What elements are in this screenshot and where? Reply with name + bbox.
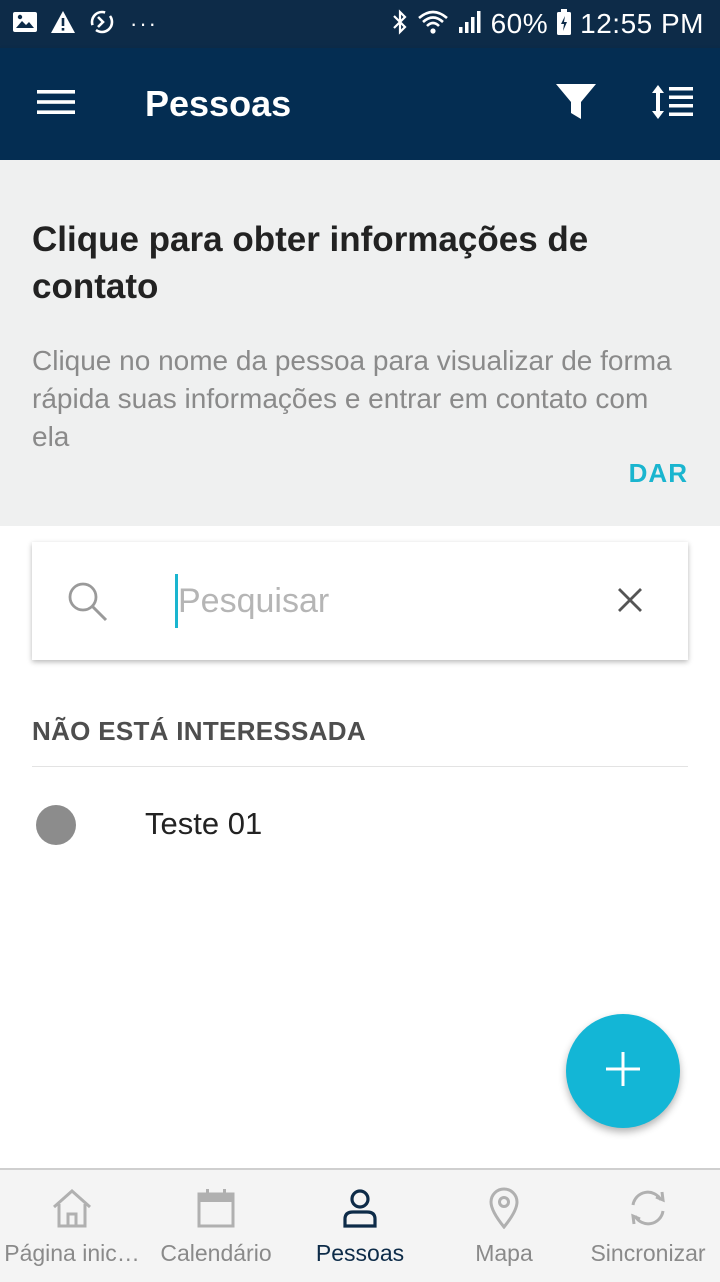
nav-label: Pessoas — [315, 1240, 405, 1266]
menu-icon — [37, 88, 75, 121]
plus-icon — [605, 1051, 641, 1092]
warning-icon — [50, 10, 76, 39]
wifi-icon — [417, 9, 449, 40]
sort-icon — [650, 83, 694, 126]
search-bar — [32, 542, 688, 660]
battery-icon — [556, 8, 572, 41]
bluetooth-icon — [391, 8, 409, 41]
list-item[interactable]: Teste 01 — [0, 786, 720, 866]
nav-label: Mapa — [475, 1240, 533, 1266]
nav-item-sync[interactable]: Sincronizar — [576, 1170, 720, 1282]
dismiss-tip-button[interactable]: DAR — [629, 458, 688, 489]
clock: 12:55 PM — [580, 8, 704, 39]
page-title: Pessoas — [145, 83, 292, 124]
tip-title: Clique para obter informações de contato — [32, 220, 589, 306]
nav-item-map[interactable]: Mapa — [432, 1170, 576, 1282]
signal-icon — [457, 9, 483, 40]
bottom-nav: Página inic… Calendário Pessoas Mapa Sin… — [0, 1168, 720, 1282]
close-icon — [616, 586, 644, 619]
nav-item-people[interactable]: Pessoas — [288, 1170, 432, 1282]
nav-label: Sincronizar — [590, 1240, 706, 1266]
search-input[interactable] — [178, 572, 588, 630]
person-icon — [342, 1186, 378, 1230]
sort-button[interactable] — [642, 78, 702, 130]
home-icon — [51, 1186, 93, 1230]
clear-search-button[interactable] — [608, 582, 652, 622]
person-name: Teste 01 — [145, 806, 263, 841]
status-dots: ··· — [130, 11, 158, 36]
filter-icon — [555, 82, 597, 127]
status-bar: ··· 60% 12:55 PM — [0, 0, 720, 48]
battery-percent: 60% — [490, 8, 549, 39]
status-dot — [36, 805, 76, 845]
nav-label: Página inic… — [4, 1240, 140, 1266]
sync-icon — [626, 1186, 670, 1230]
image-icon — [12, 10, 38, 39]
map-pin-icon — [488, 1186, 520, 1230]
nav-label: Calendário — [160, 1240, 272, 1266]
section-header: NÃO ESTÁ INTERESSADA — [32, 716, 366, 746]
section-divider — [32, 766, 688, 767]
tip-body: Clique no nome da pessoa para visualizar… — [32, 345, 672, 452]
nav-item-home[interactable]: Página inic… — [0, 1170, 144, 1282]
calendar-icon — [197, 1186, 235, 1230]
status-bar-left: ··· — [12, 8, 158, 40]
app-bar: Pessoas — [0, 48, 720, 160]
status-bar-right: 60% 12:55 PM — [391, 6, 704, 42]
sync-icon — [88, 8, 116, 41]
filter-button[interactable] — [548, 78, 604, 130]
nav-item-calendar[interactable]: Calendário — [144, 1170, 288, 1282]
menu-button[interactable] — [24, 78, 88, 130]
search-icon — [66, 580, 110, 624]
tip-banner: Clique para obter informações de contato… — [0, 160, 720, 526]
add-person-button[interactable] — [566, 1014, 680, 1128]
